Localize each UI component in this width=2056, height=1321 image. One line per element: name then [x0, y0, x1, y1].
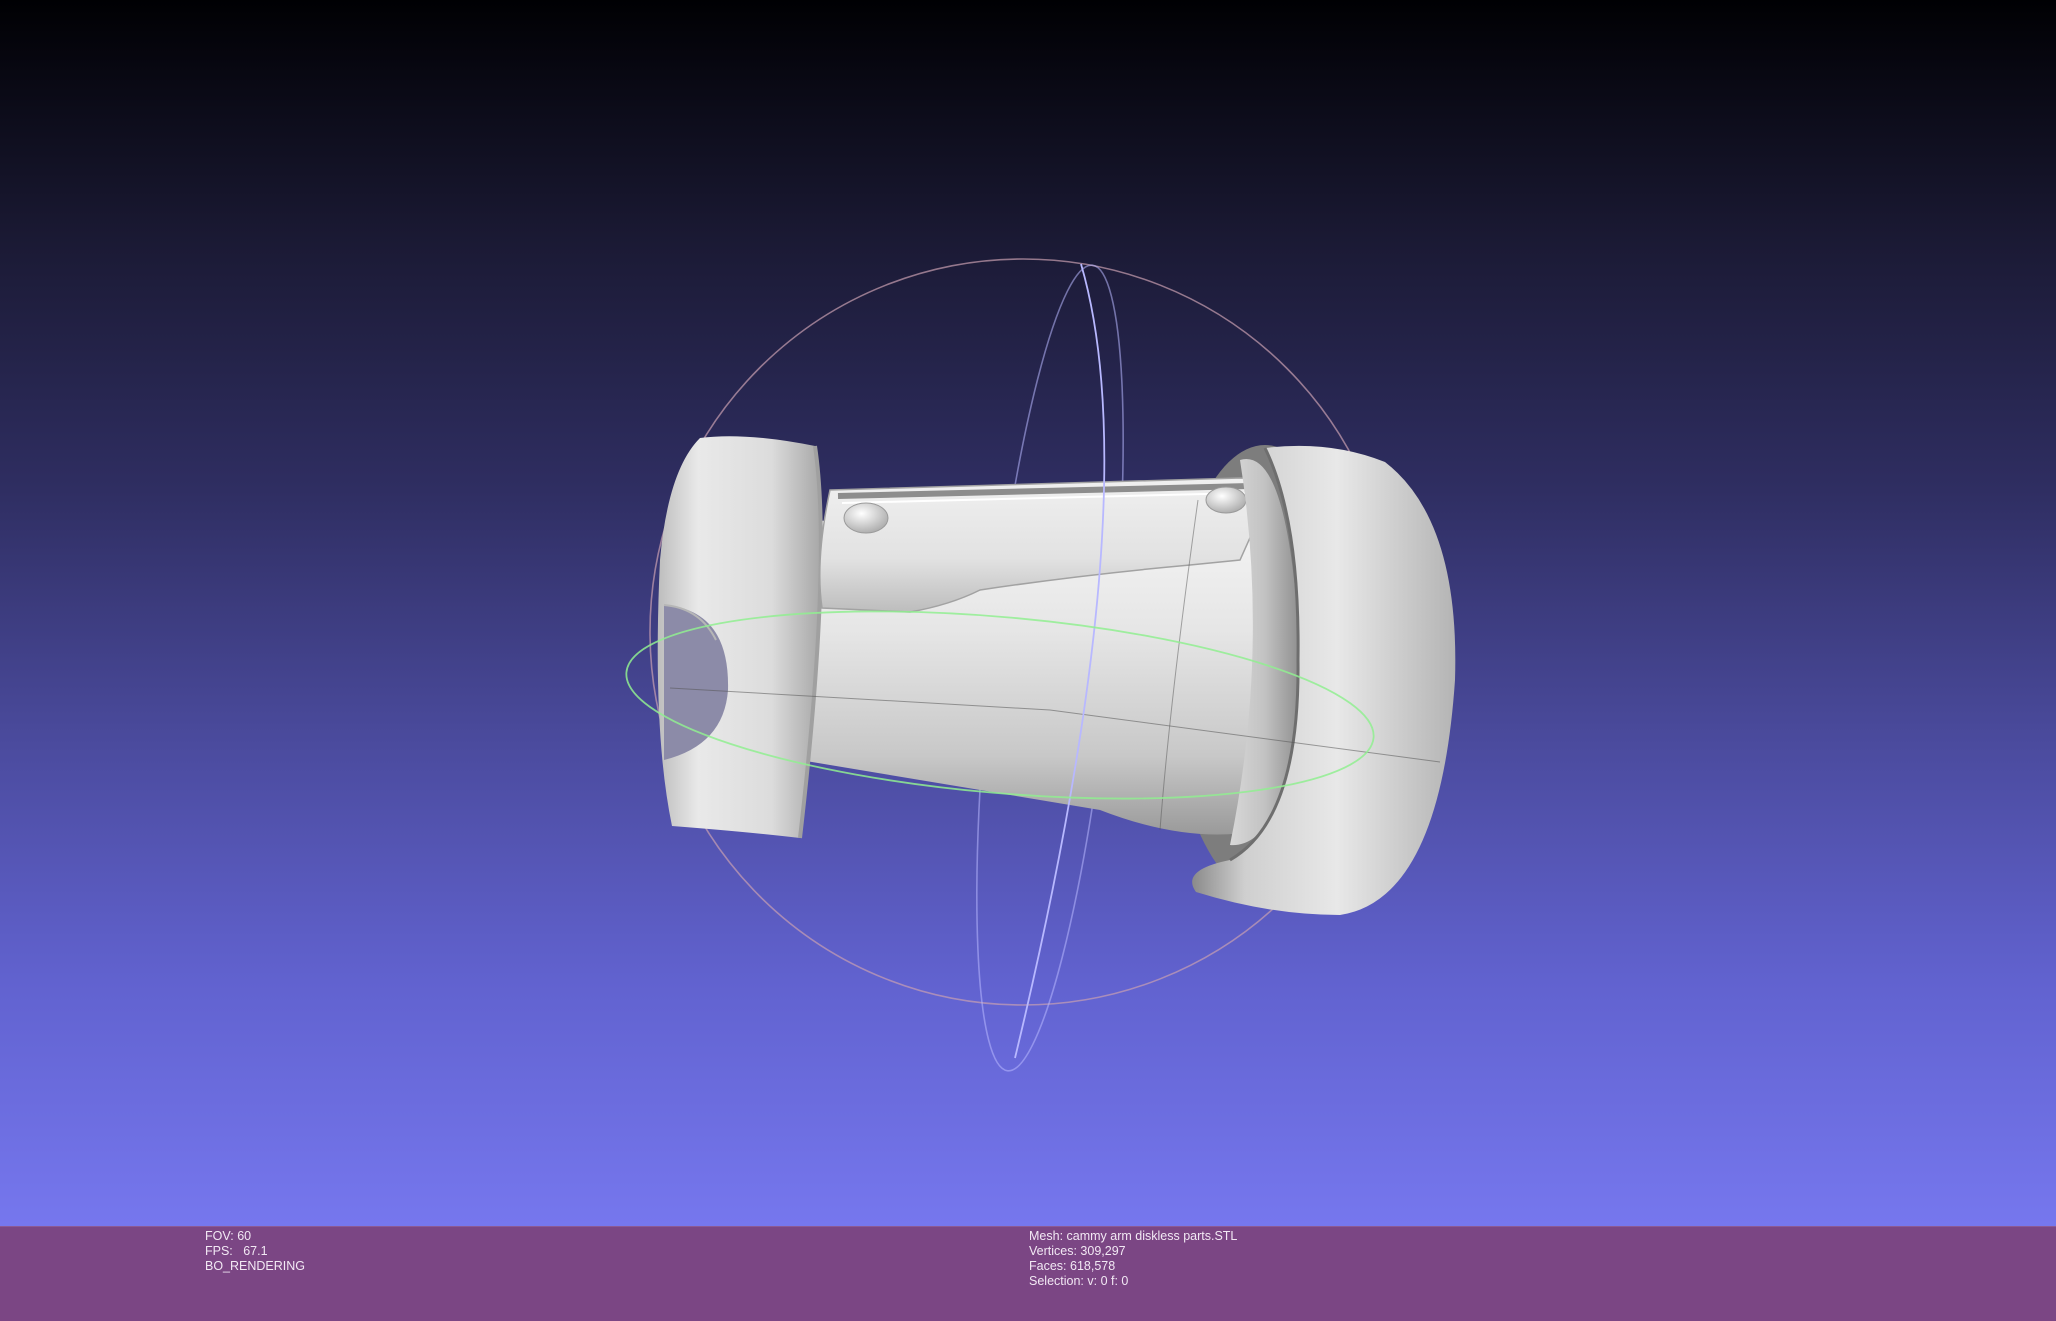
mesh-name: Mesh: cammy arm diskless parts.STL: [1029, 1229, 1238, 1243]
bolt-left-icon: [843, 502, 889, 534]
render-mode: BO_RENDERING: [205, 1259, 306, 1273]
mesh-scene[interactable]: [0, 0, 2056, 1226]
3d-viewport[interactable]: [0, 0, 2056, 1226]
fps-readout: FPS: 67.1: [205, 1244, 268, 1258]
selection-count: Selection: v: 0 f: 0: [1029, 1274, 1129, 1288]
render-info: FOV: 60 FPS: 67.1 BO_RENDERING: [205, 1229, 305, 1274]
fov-readout: FOV: 60: [205, 1229, 252, 1243]
vertices-count: Vertices: 309,297: [1029, 1244, 1126, 1258]
faces-count: Faces: 618,578: [1029, 1259, 1116, 1273]
mesh-object: [657, 436, 1456, 915]
mesh-info: Mesh: cammy arm diskless parts.STL Verti…: [1029, 1229, 1237, 1289]
bolt-right-icon: [1205, 486, 1247, 514]
info-bar: FOV: 60 FPS: 67.1 BO_RENDERING Mesh: cam…: [0, 1226, 2056, 1321]
